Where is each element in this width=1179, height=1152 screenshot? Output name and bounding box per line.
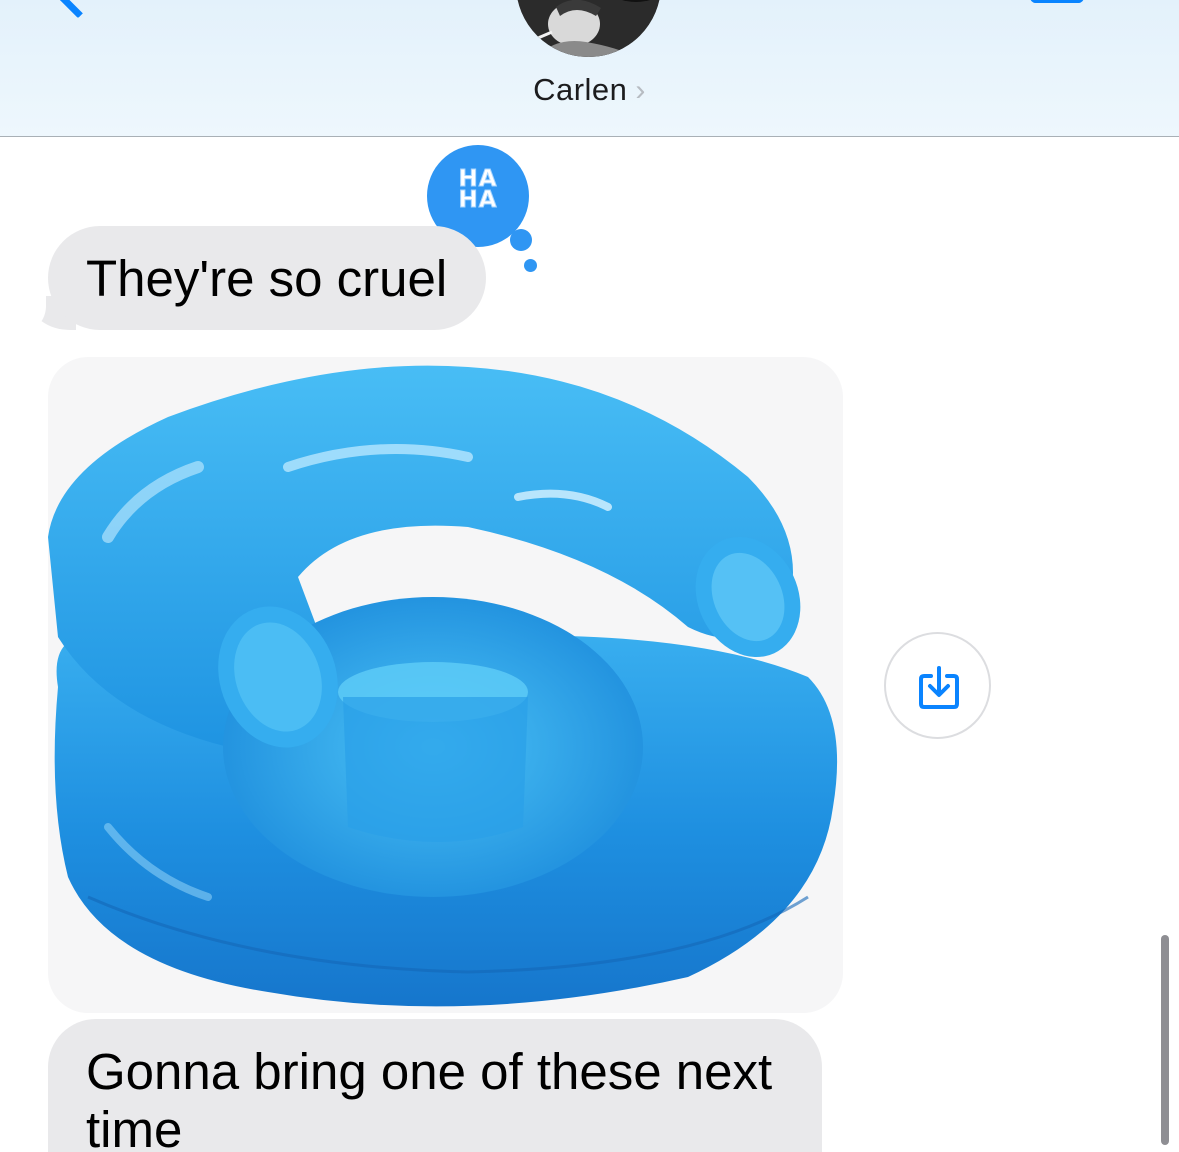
- chevron-left-icon[interactable]: [49, 0, 107, 19]
- inflatable-chair-image: [48, 365, 838, 1007]
- save-download-icon: [919, 666, 959, 709]
- video-camera-icon[interactable]: [1030, 0, 1084, 3]
- message-bubble-incoming[interactable]: They're so cruel: [48, 226, 486, 330]
- conversation-header: Carlen ›: [0, 0, 1179, 137]
- avatar-photo: [516, 0, 661, 57]
- chevron-right-icon: ›: [635, 74, 646, 107]
- messages-screen: Carlen › HA HA They're so cruel Gonna br…: [0, 0, 1179, 1152]
- contact-name: Carlen: [533, 72, 628, 107]
- message-text: Gonna bring one of these next time: [86, 1043, 773, 1152]
- scrollbar[interactable]: [1161, 935, 1169, 1145]
- haha-line-2: HA: [458, 187, 498, 213]
- haha-icon: HA HA: [427, 167, 529, 213]
- message-bubble-incoming[interactable]: Gonna bring one of these next time: [48, 1019, 822, 1152]
- message-text: They're so cruel: [86, 250, 448, 307]
- image-message[interactable]: [48, 357, 843, 1013]
- bubble-tail-mask: [12, 290, 46, 332]
- save-image-button[interactable]: [884, 632, 991, 739]
- avatar[interactable]: [516, 0, 661, 57]
- tapback-tail-dot: [524, 259, 537, 272]
- tapback-tail: [510, 229, 532, 251]
- contact-name-button[interactable]: Carlen ›: [0, 72, 1179, 108]
